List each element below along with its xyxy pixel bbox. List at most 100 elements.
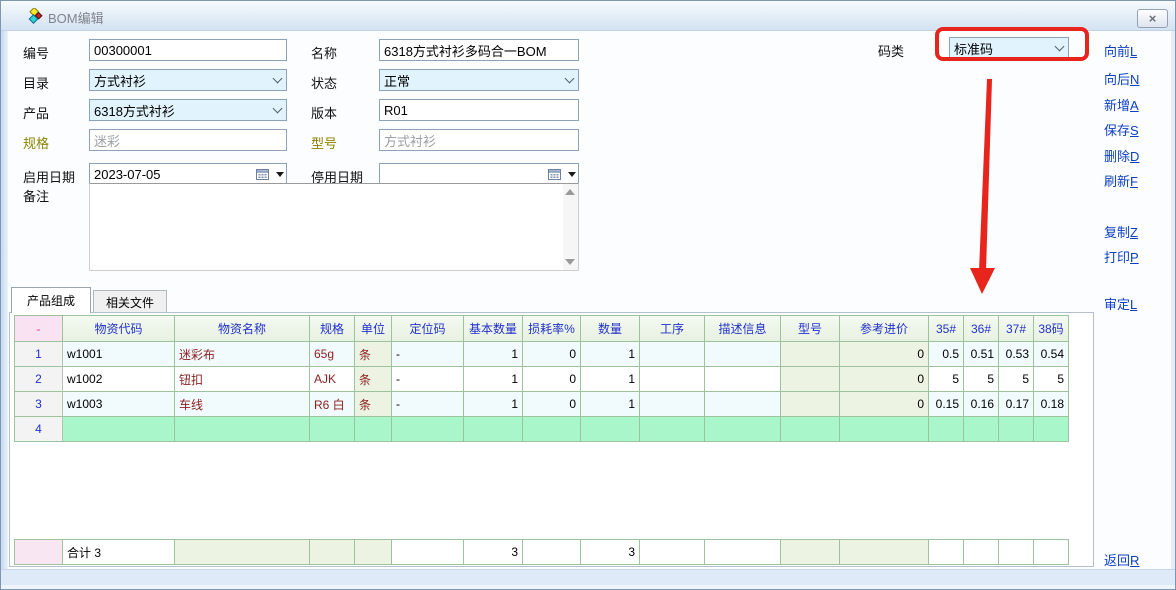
cell-name[interactable]: 钮扣 (175, 367, 310, 392)
cell-desc[interactable] (705, 417, 781, 442)
scroll-up-icon[interactable] (565, 189, 575, 195)
col-header-desc[interactable]: 描述信息 (705, 316, 781, 342)
cell-code[interactable]: w1001 (63, 342, 175, 367)
cell-loss[interactable]: 0 (523, 342, 581, 367)
nav-approve-link[interactable]: 审定L (1104, 294, 1137, 313)
cell-pos[interactable]: - (392, 367, 464, 392)
chevron-down-icon[interactable] (1050, 38, 1068, 58)
status-select[interactable]: 正常 (379, 69, 579, 91)
cell-code[interactable]: w1002 (63, 367, 175, 392)
cell-name[interactable]: 车线 (175, 392, 310, 417)
col-header-idx[interactable]: - (15, 316, 63, 342)
cell-loss[interactable]: 0 (523, 367, 581, 392)
cell-idx[interactable]: 3 (15, 392, 63, 417)
tab-product-composition[interactable]: 产品组成 (11, 287, 91, 313)
cell-s37[interactable]: 5 (999, 367, 1034, 392)
dropdown-arrow-icon[interactable] (273, 164, 286, 184)
dropdown-arrow-icon[interactable] (565, 164, 578, 184)
cell-model[interactable] (781, 342, 840, 367)
cell-refprice[interactable]: 0 (840, 342, 929, 367)
cell-proc[interactable] (640, 367, 705, 392)
cell-spec[interactable]: 65g (310, 342, 355, 367)
product-select[interactable]: 6318方式衬衫 (89, 99, 287, 121)
cell-s38[interactable]: 0.18 (1034, 392, 1069, 417)
col-header-name[interactable]: 物资名称 (175, 316, 310, 342)
cell-qty[interactable]: 1 (581, 342, 640, 367)
cell-desc[interactable] (705, 392, 781, 417)
remarks-scrollbar[interactable] (563, 184, 578, 270)
cell-baseqty[interactable] (464, 417, 523, 442)
cell-baseqty[interactable]: 1 (464, 367, 523, 392)
cell-code[interactable]: w1003 (63, 392, 175, 417)
cell-s37[interactable] (999, 417, 1034, 442)
cell-desc[interactable] (705, 367, 781, 392)
cell-name[interactable]: 迷彩布 (175, 342, 310, 367)
model-input[interactable]: 方式衬衫 (379, 129, 579, 151)
nav-refresh-link[interactable]: 刷新F (1104, 171, 1138, 190)
cell-s35[interactable]: 0.15 (929, 392, 964, 417)
col-header-baseqty[interactable]: 基本数量 (464, 316, 523, 342)
cell-baseqty[interactable]: 1 (464, 392, 523, 417)
cell-refprice[interactable]: 0 (840, 367, 929, 392)
close-icon[interactable]: × (1137, 9, 1168, 28)
nav-prev-link[interactable]: 向前L (1104, 41, 1137, 60)
cell-s37[interactable]: 0.53 (999, 342, 1034, 367)
cell-spec[interactable]: AJK (310, 367, 355, 392)
cell-s36[interactable]: 0.16 (964, 392, 999, 417)
col-header-s35[interactable]: 35# (929, 316, 964, 342)
cell-qty[interactable]: 1 (581, 392, 640, 417)
col-header-s38[interactable]: 38码 (1034, 316, 1069, 342)
cell-unit[interactable]: 条 (355, 342, 392, 367)
cell-spec[interactable]: R6 白 (310, 392, 355, 417)
cell-baseqty[interactable]: 1 (464, 342, 523, 367)
cell-qty[interactable]: 1 (581, 367, 640, 392)
size-type-select[interactable]: 标准码 (949, 37, 1069, 59)
cell-loss[interactable] (523, 417, 581, 442)
cell-s35[interactable]: 5 (929, 367, 964, 392)
cell-refprice[interactable] (840, 417, 929, 442)
cell-pos[interactable]: - (392, 342, 464, 367)
col-header-s36[interactable]: 36# (964, 316, 999, 342)
col-header-s37[interactable]: 37# (999, 316, 1034, 342)
col-header-unit[interactable]: 单位 (355, 316, 392, 342)
remarks-textarea[interactable] (89, 183, 579, 271)
nav-delete-link[interactable]: 删除D (1104, 146, 1139, 165)
nav-back-link[interactable]: 返回R (1104, 550, 1139, 569)
nav-copy-link[interactable]: 复制Z (1104, 222, 1138, 241)
chevron-down-icon[interactable] (560, 70, 578, 90)
version-input[interactable]: R01 (379, 99, 579, 121)
cell-loss[interactable]: 0 (523, 392, 581, 417)
cell-s38[interactable]: 5 (1034, 367, 1069, 392)
spec-input[interactable]: 迷彩 (89, 129, 287, 151)
cell-unit[interactable] (355, 417, 392, 442)
cell-unit[interactable]: 条 (355, 392, 392, 417)
cell-pos[interactable]: - (392, 392, 464, 417)
cell-s37[interactable]: 0.17 (999, 392, 1034, 417)
col-header-spec[interactable]: 规格 (310, 316, 355, 342)
cell-qty[interactable] (581, 417, 640, 442)
cell-name[interactable] (175, 417, 310, 442)
cell-idx[interactable]: 2 (15, 367, 63, 392)
cell-model[interactable] (781, 367, 840, 392)
start-date-picker[interactable]: 2023-07-05 (89, 163, 287, 185)
cell-unit[interactable]: 条 (355, 367, 392, 392)
chevron-down-icon[interactable] (268, 100, 286, 120)
col-header-refprice[interactable]: 参考进价 (840, 316, 929, 342)
name-input[interactable]: 6318方式衬衫多码合一BOM (379, 39, 579, 61)
cell-idx[interactable]: 4 (15, 417, 63, 442)
tab-related-files[interactable]: 相关文件 (93, 290, 167, 313)
cell-model[interactable] (781, 392, 840, 417)
stop-date-picker[interactable] (379, 163, 579, 185)
catalog-select[interactable]: 方式衬衫 (89, 69, 287, 91)
cell-s36[interactable]: 5 (964, 367, 999, 392)
col-header-loss[interactable]: 损耗率% (523, 316, 581, 342)
nav-print-link[interactable]: 打印P (1104, 247, 1139, 266)
cell-refprice[interactable]: 0 (840, 392, 929, 417)
nav-add-link[interactable]: 新增A (1104, 95, 1139, 114)
col-header-proc[interactable]: 工序 (640, 316, 705, 342)
col-header-pos[interactable]: 定位码 (392, 316, 464, 342)
code-input[interactable]: 00300001 (89, 39, 287, 61)
col-header-model[interactable]: 型号 (781, 316, 840, 342)
cell-s38[interactable]: 0.54 (1034, 342, 1069, 367)
cell-pos[interactable] (392, 417, 464, 442)
